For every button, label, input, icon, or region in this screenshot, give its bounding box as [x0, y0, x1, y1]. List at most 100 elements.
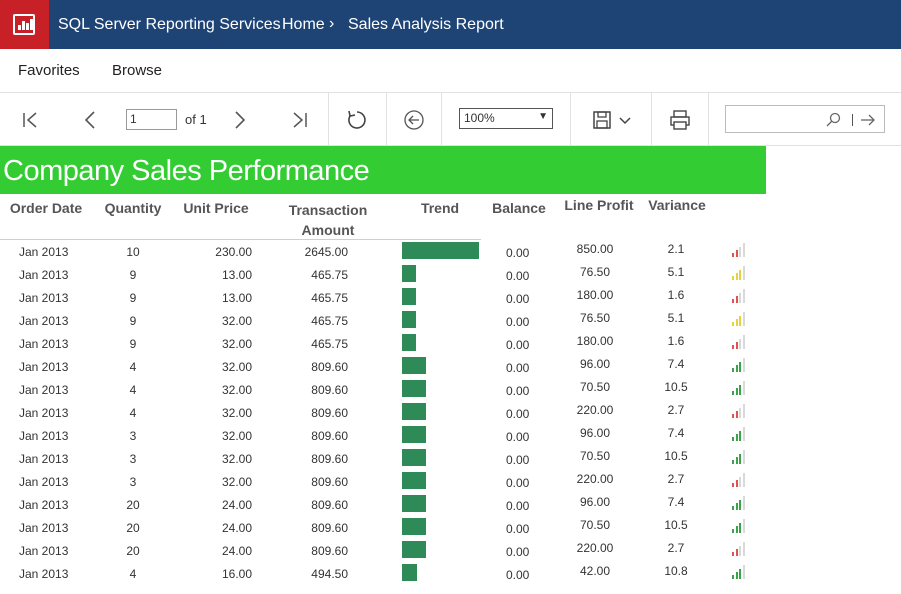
refresh-icon[interactable]: [346, 109, 368, 131]
order-date-cell: Jan 2013: [19, 567, 69, 581]
zoom-select[interactable]: 100% ▼: [459, 108, 553, 129]
transaction-amount-cell: 809.60: [311, 406, 348, 420]
page-count-label: of 1: [185, 112, 207, 127]
transaction-amount-cell: 809.60: [311, 360, 348, 374]
variance-cell: 7.4: [667, 426, 685, 440]
transaction-amount-cell: 809.60: [311, 475, 348, 489]
trend-databar: [402, 265, 416, 282]
signal-strength-icon: [732, 289, 746, 303]
quantity-cell: 20: [126, 544, 140, 558]
last-page-icon[interactable]: [292, 112, 308, 128]
balance-cell: 0.00: [506, 338, 530, 352]
variance-cell: 5.1: [667, 311, 685, 325]
save-icon[interactable]: [592, 110, 612, 130]
breadcrumb-chevron-icon: ›: [329, 15, 335, 32]
toolbar-divider: [651, 93, 652, 146]
balance-cell: 0.00: [506, 384, 530, 398]
chevron-down-icon: ▼: [538, 111, 548, 122]
order-date-cell: Jan 2013: [19, 314, 69, 328]
search-icon[interactable]: [826, 112, 842, 128]
first-page-icon[interactable]: [22, 112, 38, 128]
toolbar-divider: [328, 93, 329, 146]
order-date-cell: Jan 2013: [19, 291, 69, 305]
variance-cell: 10.5: [664, 518, 688, 532]
order-date-cell: Jan 2013: [19, 337, 69, 351]
toolbar-divider: [570, 93, 571, 146]
quantity-cell: 3: [129, 429, 137, 443]
toolbar-divider: [441, 93, 442, 146]
transaction-amount-cell: 809.60: [311, 498, 348, 512]
header-unit-price: Unit Price: [183, 200, 249, 216]
signal-strength-icon: [732, 312, 746, 326]
balance-cell: 0.00: [506, 407, 530, 421]
next-page-icon[interactable]: [233, 111, 247, 129]
nav-browse[interactable]: Browse: [112, 62, 162, 79]
signal-strength-icon: [732, 519, 746, 533]
unit-price-cell: 16.00: [221, 567, 252, 581]
header-balance: Balance: [492, 200, 546, 216]
balance-cell: 0.00: [506, 499, 530, 513]
breadcrumb-home[interactable]: Home: [282, 16, 325, 34]
unit-price-cell: 13.00: [221, 291, 252, 305]
transaction-amount-cell: 809.60: [311, 383, 348, 397]
signal-strength-icon: [732, 381, 746, 395]
signal-strength-icon: [732, 358, 746, 372]
transaction-amount-cell: 809.60: [311, 521, 348, 535]
balance-cell: 0.00: [506, 545, 530, 559]
balance-cell: 0.00: [506, 269, 530, 283]
variance-cell: 10.8: [664, 564, 688, 578]
find-text-input[interactable]: [725, 105, 885, 133]
order-date-cell: Jan 2013: [19, 406, 69, 420]
quantity-cell: 4: [129, 360, 137, 374]
search-divider: [852, 114, 853, 126]
trend-databar: [402, 357, 426, 374]
trend-databar: [402, 334, 416, 351]
quantity-cell: 3: [129, 475, 137, 489]
variance-cell: 7.4: [667, 357, 685, 371]
order-date-cell: Jan 2013: [19, 521, 69, 535]
quantity-cell: 10: [126, 245, 140, 259]
balance-cell: 0.00: [506, 453, 530, 467]
unit-price-cell: 230.00: [215, 245, 252, 259]
previous-page-icon[interactable]: [83, 111, 97, 129]
trend-databar: [402, 403, 426, 420]
header-transaction-amount: Transaction Amount: [288, 202, 368, 238]
balance-cell: 0.00: [506, 315, 530, 329]
nav-bar: Favorites Browse: [0, 49, 901, 93]
signal-strength-icon: [732, 266, 746, 280]
variance-cell: 10.5: [664, 449, 688, 463]
print-icon[interactable]: [669, 109, 691, 131]
variance-cell: 10.5: [664, 380, 688, 394]
quantity-cell: 20: [126, 498, 140, 512]
trend-databar: [402, 564, 417, 581]
unit-price-cell: 32.00: [221, 429, 252, 443]
quantity-cell: 9: [129, 337, 137, 351]
header-order-date: Order Date: [9, 200, 83, 216]
unit-price-cell: 13.00: [221, 268, 252, 282]
unit-price-cell: 24.00: [221, 498, 252, 512]
app-name[interactable]: SQL Server Reporting Services: [58, 16, 281, 34]
nav-favorites[interactable]: Favorites: [18, 62, 80, 79]
quantity-cell: 3: [129, 452, 137, 466]
ssrs-logo-icon[interactable]: [0, 0, 49, 49]
back-icon[interactable]: [403, 109, 425, 131]
variance-cell: 2.7: [667, 541, 685, 555]
quantity-cell: 9: [129, 291, 137, 305]
unit-price-cell: 32.00: [221, 360, 252, 374]
unit-price-cell: 32.00: [221, 475, 252, 489]
page-number-input[interactable]: 1: [126, 109, 177, 130]
variance-cell: 1.6: [667, 288, 685, 302]
order-date-cell: Jan 2013: [19, 383, 69, 397]
find-next-icon[interactable]: [860, 113, 876, 127]
signal-strength-icon: [732, 450, 746, 464]
toolbar-divider: [386, 93, 387, 146]
trend-databar: [402, 495, 426, 512]
balance-cell: 0.00: [506, 292, 530, 306]
export-dropdown-chevron-icon[interactable]: [618, 115, 632, 127]
report-title: Company Sales Performance: [3, 155, 370, 187]
order-date-cell: Jan 2013: [19, 452, 69, 466]
line-profit-cell: 70.50: [579, 449, 611, 463]
variance-cell: 2.7: [667, 472, 685, 486]
trend-databar: [402, 541, 426, 558]
variance-cell: 5.1: [667, 265, 685, 279]
